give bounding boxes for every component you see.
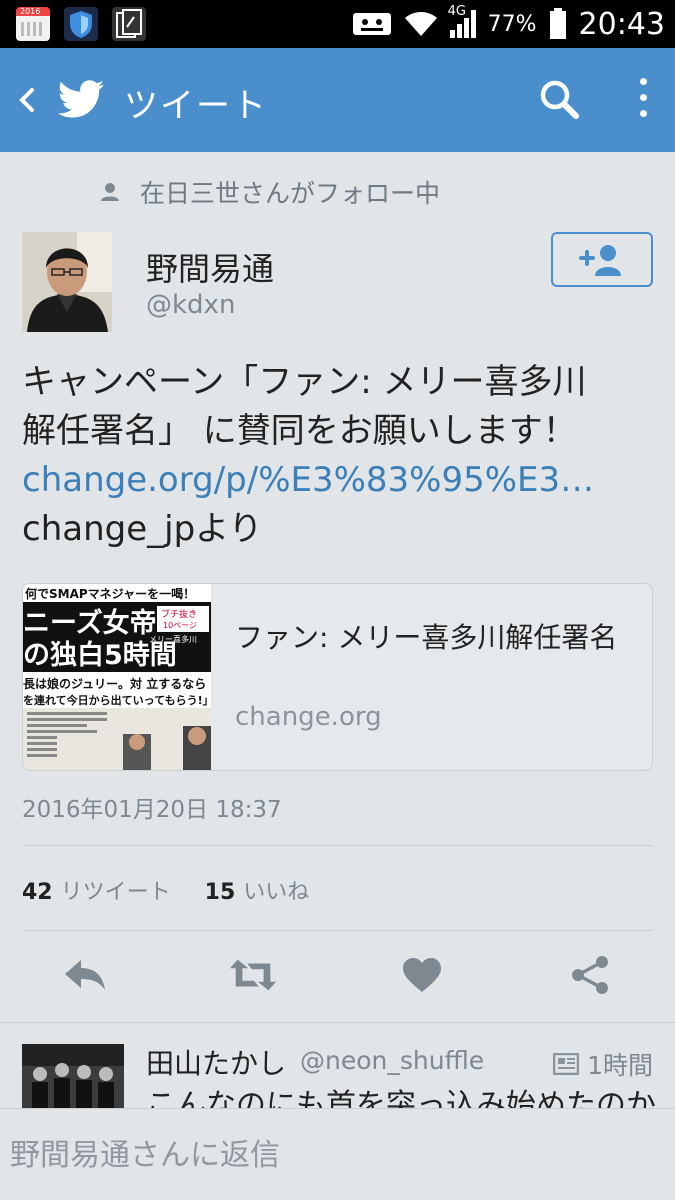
share-icon — [572, 956, 608, 994]
card-thumbnail: 何でSMAPマネジャーを一喝！ ニーズ女帝 の独白5時間 ブチ抜き 10ページ … — [23, 584, 211, 770]
reply-time-text: 1時間 — [587, 1051, 653, 1080]
retweet-icon — [229, 959, 277, 991]
thumb-text-1: 何でSMAPマネジャーを一喝！ — [25, 586, 195, 601]
reply-button[interactable] — [60, 950, 110, 1000]
card-domain: change.org — [235, 702, 382, 732]
page-title: ツイート — [124, 86, 268, 126]
heart-icon — [403, 958, 441, 992]
author-name[interactable]: 野間易通 — [146, 244, 274, 290]
share-button[interactable] — [565, 950, 615, 1000]
thumb-text-4: 長は娘のジュリー。対 立するなら — [23, 676, 206, 691]
chevron-left-icon — [19, 88, 34, 112]
divider — [22, 930, 653, 931]
thumb-text-6: ブチ抜き — [161, 608, 197, 620]
divider — [0, 1022, 675, 1023]
like-count[interactable]: 15 — [205, 880, 236, 905]
shield-app-icon — [64, 7, 98, 41]
back-button[interactable] — [10, 82, 44, 118]
tweet-actions — [0, 950, 675, 1002]
retweet-count[interactable]: 42 — [22, 880, 53, 905]
tweet-text-line: change_jpより — [22, 509, 263, 549]
reply-avatar[interactable] — [22, 1044, 124, 1114]
tweet-text: キャンペーン「ファン: メリー喜多川 解任署名」 に賛同をお願いします！ cha… — [22, 358, 662, 554]
cards-app-icon — [112, 7, 146, 41]
tweet-stats: 42 リツイート 15 いいね — [22, 874, 309, 906]
reply-author-name[interactable]: 田山たかし — [146, 1042, 286, 1082]
link-card[interactable]: 何でSMAPマネジャーを一喝！ ニーズ女帝 の独白5時間 ブチ抜き 10ページ … — [22, 583, 653, 771]
tweet-text-line: キャンペーン「ファン: メリー喜多川 — [22, 362, 587, 402]
like-label[interactable]: いいね — [243, 874, 309, 906]
wifi-icon — [404, 12, 437, 36]
app-bar: ツイート — [0, 48, 675, 152]
like-button[interactable] — [397, 950, 447, 1000]
battery-percent: 77% — [487, 11, 537, 37]
search-button[interactable] — [538, 78, 580, 124]
thumb-text-8: メリー喜多川 — [149, 634, 197, 644]
person-icon — [101, 183, 119, 201]
thumb-text-2: ニーズ女帝 — [23, 607, 157, 639]
follow-button[interactable] — [551, 232, 653, 287]
tweet-text-line: 解任署名」 に賛同をお願いします！ — [22, 411, 577, 451]
clock: 20:43 — [578, 6, 665, 42]
thumb-text-7: 10ページ — [163, 621, 197, 630]
author-handle[interactable]: @kdxn — [146, 290, 235, 320]
reply-composer — [0, 1108, 675, 1200]
divider — [22, 845, 653, 846]
tweet-timestamp: 2016年01月20日 18:37 — [22, 797, 282, 823]
reply-time: 1時間 — [553, 1046, 653, 1082]
retweet-button[interactable] — [228, 950, 278, 1000]
sim-icon — [352, 13, 391, 35]
search-icon — [540, 80, 579, 119]
overflow-menu-button[interactable] — [628, 78, 658, 122]
reply-icon — [65, 960, 105, 990]
author-avatar[interactable] — [22, 232, 112, 332]
reply-input[interactable] — [0, 1109, 675, 1200]
news-icon — [553, 1053, 580, 1075]
tweet-link[interactable]: change.org/p/%E3%83%95%E3… — [22, 456, 662, 505]
add-user-icon — [579, 244, 621, 276]
card-title: ファン: メリー喜多川解任署名 — [235, 621, 618, 654]
battery-icon — [549, 8, 566, 39]
signal-icon: 4G — [448, 4, 476, 38]
retweet-label[interactable]: リツイート — [61, 874, 171, 906]
social-context-text: 在日三世さんがフォロー中 — [140, 179, 441, 208]
more-vert-icon — [628, 78, 658, 117]
reply-author-handle[interactable]: @neon_shuffle — [300, 1046, 484, 1075]
status-bar: 2016 4G 77% 20:43 — [0, 0, 675, 48]
thumb-text-5: を連れて今日から出ていってもらう!」 — [23, 693, 211, 707]
calendar-icon: 2016 — [16, 7, 50, 41]
social-context: 在日三世さんがフォロー中 — [100, 174, 440, 210]
twitter-bird-icon — [58, 80, 104, 118]
